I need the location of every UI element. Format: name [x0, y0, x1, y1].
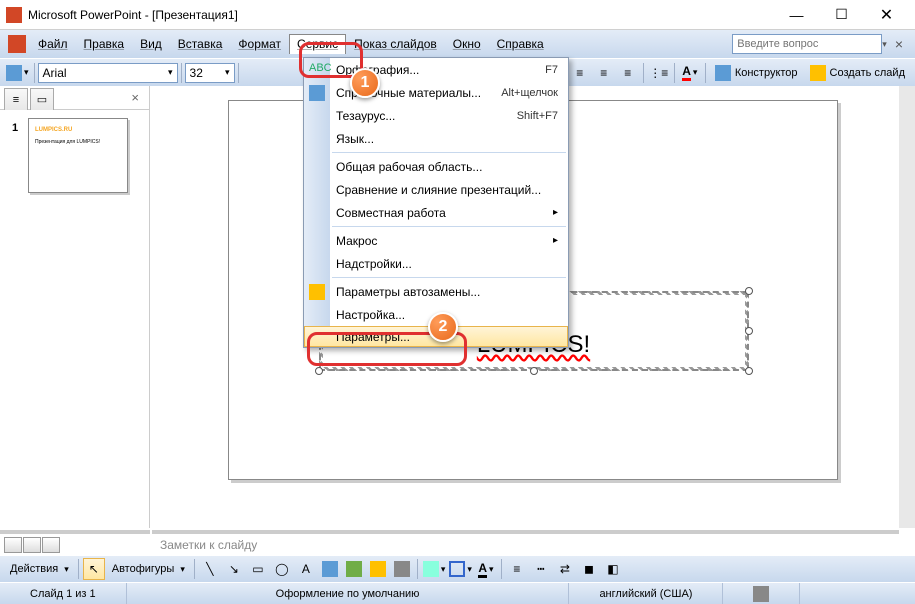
menu-item-macro[interactable]: Макрос▸ [304, 229, 568, 252]
menu-bar: Файл Правка Вид Вставка Формат Сервис По… [0, 30, 915, 58]
menu-help[interactable]: Справка [489, 34, 552, 54]
callout-2: 2 [428, 312, 458, 342]
drawing-toolbar: Действия ↖ Автофигуры ╲ ↘ ▭ ◯ A A ≡ ┅ ⇄ … [0, 556, 915, 582]
rect-button[interactable]: ▭ [247, 558, 269, 580]
maximize-button[interactable]: ☐ [819, 1, 864, 29]
font-combo[interactable]: Arial▾ [38, 63, 178, 83]
normal-view-button[interactable] [4, 537, 22, 553]
sorter-view-button[interactable] [23, 537, 41, 553]
resize-handle[interactable] [745, 287, 753, 295]
bullets-button[interactable]: ⋮≡ [648, 62, 670, 84]
ask-question-input[interactable] [732, 34, 882, 54]
notes-pane[interactable]: Заметки к слайду [152, 530, 899, 556]
menu-item-workspace[interactable]: Общая рабочая область... [304, 155, 568, 178]
clipart-button[interactable] [367, 558, 389, 580]
arrow-button[interactable]: ↘ [223, 558, 245, 580]
textbox-button[interactable]: A [295, 558, 317, 580]
menu-item-compare[interactable]: Сравнение и слияние презентаций... [304, 178, 568, 201]
app-icon [6, 7, 22, 23]
size-combo[interactable]: 32▾ [185, 63, 235, 83]
status-slide: Слайд 1 из 1 [0, 583, 127, 604]
view-mode-buttons [0, 530, 150, 556]
actions-button[interactable]: Действия [4, 558, 75, 580]
status-design: Оформление по умолчанию [127, 583, 570, 604]
status-icon [723, 583, 800, 604]
title-bar: Microsoft PowerPoint - [Презентация1] — … [0, 0, 915, 30]
window-title: Microsoft PowerPoint - [Презентация1] [28, 8, 774, 22]
menu-view[interactable]: Вид [132, 34, 170, 54]
autocorrect-icon [309, 284, 325, 300]
align-right-button[interactable]: ≡ [617, 62, 639, 84]
resize-handle[interactable] [530, 367, 538, 375]
menu-item-collab[interactable]: Совместная работа▸ [304, 201, 568, 224]
resize-handle[interactable] [745, 367, 753, 375]
line-color-button[interactable] [448, 558, 473, 580]
fill-color-button[interactable] [422, 558, 447, 580]
oval-button[interactable]: ◯ [271, 558, 293, 580]
spellcheck-icon: ABC [309, 62, 325, 78]
status-bar: Слайд 1 из 1 Оформление по умолчанию анг… [0, 582, 915, 604]
line-weight-button[interactable]: ≡ [506, 558, 528, 580]
3d-style-button[interactable]: ◧ [602, 558, 624, 580]
menu-service[interactable]: Сервис [289, 34, 346, 54]
font-color-button[interactable]: A [679, 62, 701, 84]
service-dropdown: ABC Орфография...F7 Справочные материалы… [303, 57, 569, 348]
status-language[interactable]: английский (США) [569, 583, 723, 604]
text-color-button[interactable]: A [475, 558, 497, 580]
menu-file[interactable]: Файл [30, 34, 76, 54]
minimize-button[interactable]: — [774, 1, 819, 29]
menu-edit[interactable]: Правка [76, 34, 133, 54]
align-button[interactable] [5, 62, 30, 84]
diagram-button[interactable] [343, 558, 365, 580]
wordart-button[interactable] [319, 558, 341, 580]
shadow-style-button[interactable]: ◼ [578, 558, 600, 580]
doc-close-button[interactable]: × [887, 36, 911, 52]
new-slide-button[interactable]: Создать слайд [804, 62, 911, 84]
slides-sidebar: ≡ ▭ × 1 LUMPICS.RU Презентация для LUMPI… [0, 86, 150, 528]
callout-1: 1 [350, 68, 380, 98]
menu-item-spelling[interactable]: ABC Орфография...F7 [304, 58, 568, 81]
menu-item-addins[interactable]: Надстройки... [304, 252, 568, 275]
resize-handle[interactable] [315, 367, 323, 375]
line-button[interactable]: ╲ [199, 558, 221, 580]
reference-icon [309, 85, 325, 101]
picture-button[interactable] [391, 558, 413, 580]
outline-tab[interactable]: ≡ [4, 88, 28, 110]
designer-button[interactable]: Конструктор [709, 62, 804, 84]
menu-window[interactable]: Окно [445, 34, 489, 54]
select-button[interactable]: ↖ [83, 558, 105, 580]
menu-format[interactable]: Формат [230, 34, 289, 54]
menu-slideshow[interactable]: Показ слайдов [346, 34, 445, 54]
align-center-button[interactable]: ≡ [593, 62, 615, 84]
slide-thumbnail[interactable]: LUMPICS.RU Презентация для LUMPICS! [28, 118, 128, 193]
dash-style-button[interactable]: ┅ [530, 558, 552, 580]
autoshapes-button[interactable]: Автофигуры [106, 558, 191, 580]
sidebar-close-button[interactable]: × [125, 88, 145, 109]
align-left-button[interactable]: ≡ [569, 62, 591, 84]
slide-number: 1 [12, 122, 18, 134]
doc-icon [8, 35, 26, 53]
slides-tab[interactable]: ▭ [30, 88, 54, 110]
arrow-style-button[interactable]: ⇄ [554, 558, 576, 580]
menu-insert[interactable]: Вставка [170, 34, 231, 54]
close-button[interactable]: ✕ [864, 1, 909, 29]
vertical-scrollbar[interactable] [899, 86, 915, 528]
menu-item-reference[interactable]: Справочные материалы...Alt+щелчок [304, 81, 568, 104]
slideshow-view-button[interactable] [42, 537, 60, 553]
resize-handle[interactable] [745, 327, 753, 335]
menu-item-thesaurus[interactable]: Тезаурус...Shift+F7 [304, 104, 568, 127]
menu-item-autocorrect[interactable]: Параметры автозамены... [304, 280, 568, 303]
menu-item-language[interactable]: Язык... [304, 127, 568, 150]
